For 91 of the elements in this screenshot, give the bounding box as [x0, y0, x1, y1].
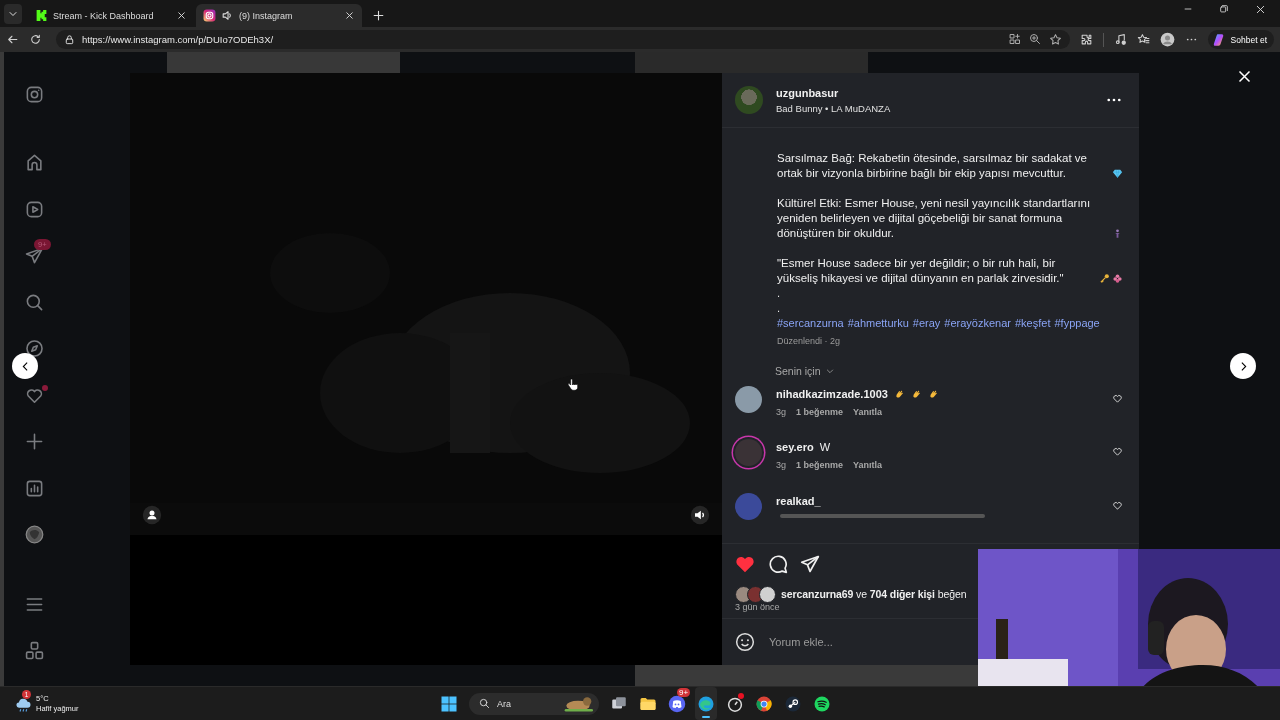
lock-icon [64, 34, 75, 45]
chat-button[interactable]: Sohbet et [1207, 30, 1274, 49]
gem-icon [1112, 168, 1123, 179]
user-tag-icon[interactable] [142, 505, 162, 525]
comment-time: 3g [776, 460, 786, 471]
address-field[interactable]: https://www.instagram.com/p/DUIo7ODEh3X/ [56, 30, 1070, 49]
comment-text: W [819, 441, 831, 454]
browser-tab[interactable]: (9) Instagram [196, 4, 362, 27]
caption-paragraph: "Esmer House sadece bir yer değildir; o bir ruh hali, bir yükseliş hikayesi ve dijital dünyanın en parlak zirvesidir." [777, 256, 1065, 286]
avatar[interactable] [735, 386, 762, 413]
kick-logo-icon [35, 9, 48, 22]
heart-icon[interactable] [1112, 446, 1123, 458]
music-note-icon[interactable] [1113, 33, 1127, 46]
avatar[interactable] [735, 86, 763, 114]
chrome-browser-icon[interactable] [755, 694, 773, 713]
comment-icon[interactable] [768, 554, 788, 574]
back-icon[interactable] [6, 33, 19, 46]
speaker-icon[interactable] [221, 9, 234, 22]
browser-tab[interactable]: Stream - Kick Dashboard [28, 4, 194, 27]
edited-time: Düzenlendi · 2g [777, 336, 842, 346]
favorites-icon[interactable] [1136, 33, 1150, 46]
heart-icon[interactable] [1112, 393, 1123, 404]
previous-button[interactable] [12, 353, 38, 379]
caption-paragraph: Sarsılmaz Bağ: Rekabetin ötesinde, sarsılmaz bir sadakat ve ortak bir vizyonla birbirine bağlı bir ekip yapısı mevcuttur. [777, 151, 1088, 181]
send-icon[interactable] [800, 554, 820, 574]
likes-count-button[interactable]: 1 beğenme [796, 407, 844, 417]
edge-browser-icon[interactable] [697, 694, 715, 713]
refresh-icon[interactable] [29, 33, 42, 46]
instagram-logo-icon [203, 9, 216, 22]
search-icon [479, 698, 490, 709]
star-icon[interactable] [1048, 33, 1062, 46]
instagram-logo-icon[interactable] [25, 84, 44, 104]
key-icon [1099, 273, 1110, 284]
zoom-icon[interactable] [1028, 33, 1041, 45]
username-link[interactable]: uzgunbasur [776, 86, 1092, 99]
caption-text: . [777, 286, 781, 301]
audio-link[interactable]: Bad Bunny • LA MuDANZA [776, 102, 1092, 114]
caption-paragraph: Kültürel Etki: Esmer House, yeni nesil yayıncılık standartlarını yeniden belirleyen ve dijital göçebeliği bir sanat formuna dönüştüren bir okuldur. [777, 196, 1092, 241]
comment-time: 3g [776, 407, 786, 417]
music-app-icon[interactable] [813, 694, 831, 713]
post-date: 3 gün önce [734, 602, 781, 612]
compass-icon[interactable] [25, 339, 44, 359]
puzzle-icon[interactable] [1079, 33, 1093, 46]
new-tab-icon[interactable] [372, 9, 385, 22]
apps-icon[interactable] [25, 641, 44, 661]
likes-count-button[interactable]: 1 beğenme [796, 460, 844, 471]
hashtag-link[interactable]: #fyppage [1054, 316, 1100, 331]
plus-icon[interactable] [25, 432, 44, 452]
caption-text: . [777, 301, 781, 316]
restore-icon[interactable] [1219, 4, 1229, 14]
reply-button[interactable]: Yanıtla [853, 407, 883, 417]
reply-button[interactable]: Yanıtla [853, 460, 883, 471]
likes-text[interactable]: sercanzurna69 ve 704 diğer kişi beğen [781, 588, 967, 600]
hand-cursor-icon [566, 378, 580, 392]
username-link[interactable]: nihadkazimzade.1003 [776, 388, 888, 400]
search-field[interactable]: Ara [469, 692, 599, 715]
sort-dropdown[interactable]: Senin için [775, 365, 835, 377]
hashtag-link[interactable]: #ahmetturku [847, 316, 909, 331]
apps-icon[interactable] [1008, 33, 1021, 45]
bar-chart-icon[interactable] [25, 478, 44, 498]
comment-input[interactable]: Yorum ekle... [767, 635, 951, 649]
chat-app-icon[interactable] [668, 694, 686, 713]
hashtag-link[interactable]: #eray [912, 316, 941, 331]
username-link[interactable]: realkad_ [776, 494, 821, 507]
emoji-icon[interactable] [735, 632, 755, 652]
speaker-icon[interactable] [690, 505, 710, 525]
username-link[interactable]: sey.ero [776, 441, 814, 454]
heart-icon[interactable] [1112, 499, 1123, 511]
next-button[interactable] [1230, 353, 1256, 379]
flower-icon [1112, 273, 1123, 284]
hashtag-link[interactable]: #keşfet [1015, 316, 1051, 331]
steam-icon[interactable] [784, 694, 802, 713]
windows-logo-icon[interactable] [440, 694, 458, 713]
hashtag-link[interactable]: #sercanzurna [777, 316, 844, 331]
avatar[interactable] [735, 439, 762, 467]
close-icon[interactable] [344, 10, 355, 21]
chevron-down-icon [824, 366, 835, 376]
profile-avatar-icon[interactable] [1159, 32, 1175, 47]
clapping-hands-icon [893, 388, 905, 400]
clapping-hands-icon [910, 388, 922, 400]
profile-avatar-icon[interactable] [25, 525, 44, 545]
clapping-hands-icon [927, 388, 939, 400]
hashtag-link[interactable]: #erayözkenar [944, 316, 1011, 331]
reels-icon[interactable] [25, 199, 44, 219]
active-indicator [702, 716, 710, 718]
home-icon[interactable] [25, 153, 44, 173]
avatar [759, 585, 776, 603]
close-icon[interactable] [1255, 4, 1266, 15]
search-icon[interactable] [25, 292, 44, 312]
notification-badge: 9+ [677, 688, 691, 697]
close-icon[interactable] [176, 10, 187, 21]
